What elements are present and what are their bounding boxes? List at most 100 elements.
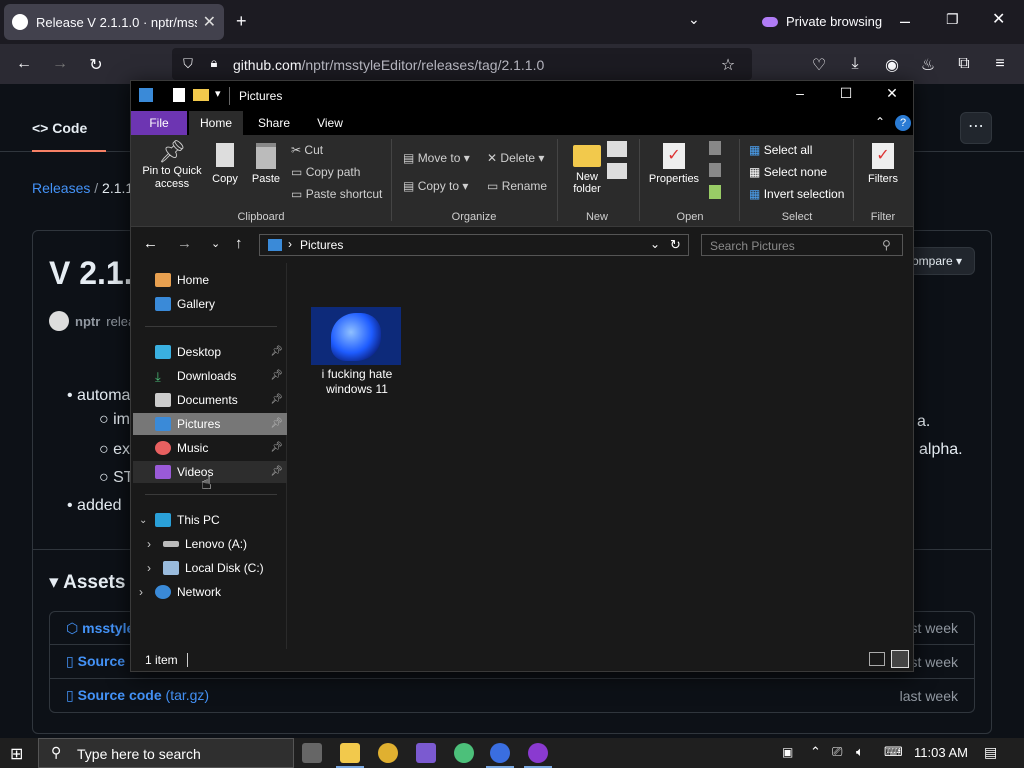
recent-locations-chevron-icon[interactable]: ⌄ <box>211 237 220 250</box>
filters-button[interactable]: ✓ Filters <box>861 139 905 185</box>
nav-item-local-disk[interactable]: › Local Disk (C:) <box>133 557 287 579</box>
more-options-button[interactable]: ⋯ <box>960 112 992 144</box>
forward-icon[interactable]: → <box>49 55 71 73</box>
windows-start-icon[interactable]: ⊞ <box>10 744 23 764</box>
new-folder-quick-icon[interactable] <box>193 89 209 101</box>
nav-item-this-pc[interactable]: ⌄ This PC <box>133 509 287 531</box>
refresh-icon[interactable]: ↻ <box>670 237 681 253</box>
chrome-alt-taskbar-icon[interactable] <box>454 743 474 763</box>
notification-badge-icon[interactable]: ▣ <box>782 745 793 759</box>
back-icon[interactable]: ← <box>143 235 158 252</box>
nav-item-lenovo[interactable]: › Lenovo (A:) <box>133 533 287 555</box>
cut-button[interactable]: ✂ Cut <box>291 143 323 157</box>
nav-item-network[interactable]: › Network <box>133 581 287 603</box>
account-icon[interactable]: ◉ <box>881 55 903 75</box>
history-icon[interactable] <box>709 185 721 199</box>
bookmark-star-icon[interactable]: ☆ <box>717 55 739 75</box>
address-dropdown-icon[interactable]: ⌄ <box>650 237 660 251</box>
copy-to-button[interactable]: ▤ Copy to ▾ <box>403 179 468 193</box>
maximize-icon[interactable]: ☐ <box>831 85 861 107</box>
new-item-icon[interactable] <box>607 141 627 157</box>
collapse-ribbon-icon[interactable]: ⌃ <box>875 115 885 129</box>
close-window-icon[interactable]: ✕ <box>992 12 1005 28</box>
tab-file[interactable]: File <box>131 111 187 135</box>
delete-button[interactable]: ✕ Delete ▾ <box>487 151 544 165</box>
pocket-icon[interactable]: ♡ <box>808 55 830 75</box>
extensions-icon[interactable]: ⧉ <box>953 55 975 73</box>
move-to-button[interactable]: ▤ Move to ▾ <box>403 151 470 165</box>
up-icon[interactable]: ↑ <box>235 235 243 252</box>
browser-tab[interactable]: Release V 2.1.1.0 · nptr/msstyleEditor ✕ <box>4 4 224 40</box>
tab-code[interactable]: <> Code <box>32 120 106 152</box>
taskbar-search[interactable]: ⚲ Type here to search <box>38 738 294 768</box>
large-icons-view-icon[interactable] <box>891 650 909 668</box>
tab-view[interactable]: View <box>305 111 355 135</box>
nav-item-music[interactable]: Music 📌︎ <box>133 437 287 459</box>
url-text[interactable]: github.com/nptr/msstyleEditor/releases/t… <box>233 57 544 73</box>
avatar[interactable] <box>49 311 69 331</box>
file-name[interactable]: i fucking hate windows 11 <box>309 367 405 397</box>
new-folder-button[interactable]: New folder <box>565 139 609 195</box>
restore-icon[interactable]: ❐ <box>946 12 959 26</box>
back-icon[interactable]: ← <box>13 55 35 73</box>
show-hidden-icons-icon[interactable]: ⌃ <box>810 744 821 760</box>
minimize-icon[interactable]: – <box>785 85 815 107</box>
select-all-button[interactable]: ▦ Select all <box>749 143 812 157</box>
edit-icon[interactable] <box>709 163 721 177</box>
details-view-icon[interactable] <box>869 652 885 666</box>
pin-quick-access-button[interactable]: 📌︎ Pin to Quick access <box>137 139 207 191</box>
volume-muted-icon[interactable]: 🔈︎ <box>856 744 864 760</box>
close-icon[interactable]: ✕ <box>877 85 907 107</box>
tab-home[interactable]: Home <box>189 111 243 135</box>
easy-access-icon[interactable] <box>607 163 627 179</box>
customize-toolbar-icon[interactable]: ▾ <box>215 87 221 100</box>
close-tab-icon[interactable]: ✕ <box>203 12 216 32</box>
nav-item-home[interactable]: Home <box>133 269 287 291</box>
list-tabs-chevron-icon[interactable]: ⌄ <box>688 12 700 26</box>
address-bar[interactable]: › Pictures ⌄ ↻ <box>259 234 689 256</box>
copy-button[interactable]: Copy <box>209 139 241 185</box>
invert-selection-button[interactable]: ▦ Invert selection <box>749 187 844 201</box>
copy-path-button[interactable]: ▭ Copy path <box>291 165 360 179</box>
asset-row[interactable]: ▯ Source code (tar.gz) last week <box>49 679 975 713</box>
menu-icon[interactable]: ≡ <box>989 55 1011 73</box>
help-icon[interactable]: ? <box>895 115 911 131</box>
firefox-taskbar-icon[interactable] <box>490 743 510 763</box>
author-link[interactable]: nptr <box>75 314 100 329</box>
reload-icon[interactable]: ↻ <box>85 55 107 75</box>
new-tab-icon[interactable]: + <box>236 12 247 30</box>
nav-item-pictures[interactable]: Pictures 📌︎ <box>133 413 287 435</box>
visual-studio-taskbar-icon[interactable] <box>416 743 436 763</box>
properties-button[interactable]: ✓ Properties <box>645 139 703 185</box>
flame-icon[interactable]: ♨ <box>917 55 939 75</box>
nav-item-gallery[interactable]: Gallery <box>133 293 287 315</box>
tracking-shield-icon[interactable]: ⛉ <box>177 56 199 72</box>
action-center-icon[interactable]: ▤ <box>984 744 997 761</box>
explorer-title-bar[interactable]: ▾ Pictures – ☐ ✕ <box>131 81 913 111</box>
search-box[interactable]: Search Pictures ⚲ <box>701 234 903 256</box>
network-status-icon[interactable]: ⎚ <box>832 744 842 760</box>
properties-quick-icon[interactable] <box>173 88 185 102</box>
firefox-private-taskbar-icon[interactable] <box>528 743 548 763</box>
taskbar-clock[interactable]: 11:03 AM <box>914 745 968 760</box>
file-explorer-taskbar-icon[interactable] <box>340 743 360 763</box>
breadcrumb-releases-link[interactable]: Releases <box>32 180 90 196</box>
forward-icon[interactable]: → <box>177 235 192 252</box>
keyboard-icon[interactable]: ⌨ <box>884 744 903 760</box>
task-view-icon[interactable] <box>302 743 322 763</box>
assets-heading[interactable]: ▾ Assets <box>49 571 125 594</box>
nav-item-desktop[interactable]: Desktop 📌︎ <box>133 341 287 363</box>
lock-icon[interactable]: 🔒︎ <box>203 55 225 71</box>
rename-button[interactable]: ▭ Rename <box>487 179 547 193</box>
downloads-icon[interactable]: ⤓ <box>844 55 866 73</box>
paste-button[interactable]: Paste <box>249 139 283 185</box>
select-none-button[interactable]: ▦ Select none <box>749 165 827 179</box>
paste-shortcut-button[interactable]: ▭ Paste shortcut <box>291 187 382 201</box>
minimize-icon[interactable]: – <box>900 12 910 30</box>
tab-share[interactable]: Share <box>249 111 299 135</box>
open-icon[interactable] <box>709 141 721 155</box>
nav-item-documents[interactable]: Documents 📌︎ <box>133 389 287 411</box>
nav-item-downloads[interactable]: ⤓ Downloads 📌︎ <box>133 365 287 387</box>
file-thumbnail[interactable] <box>311 307 401 365</box>
chrome-taskbar-icon[interactable] <box>378 743 398 763</box>
